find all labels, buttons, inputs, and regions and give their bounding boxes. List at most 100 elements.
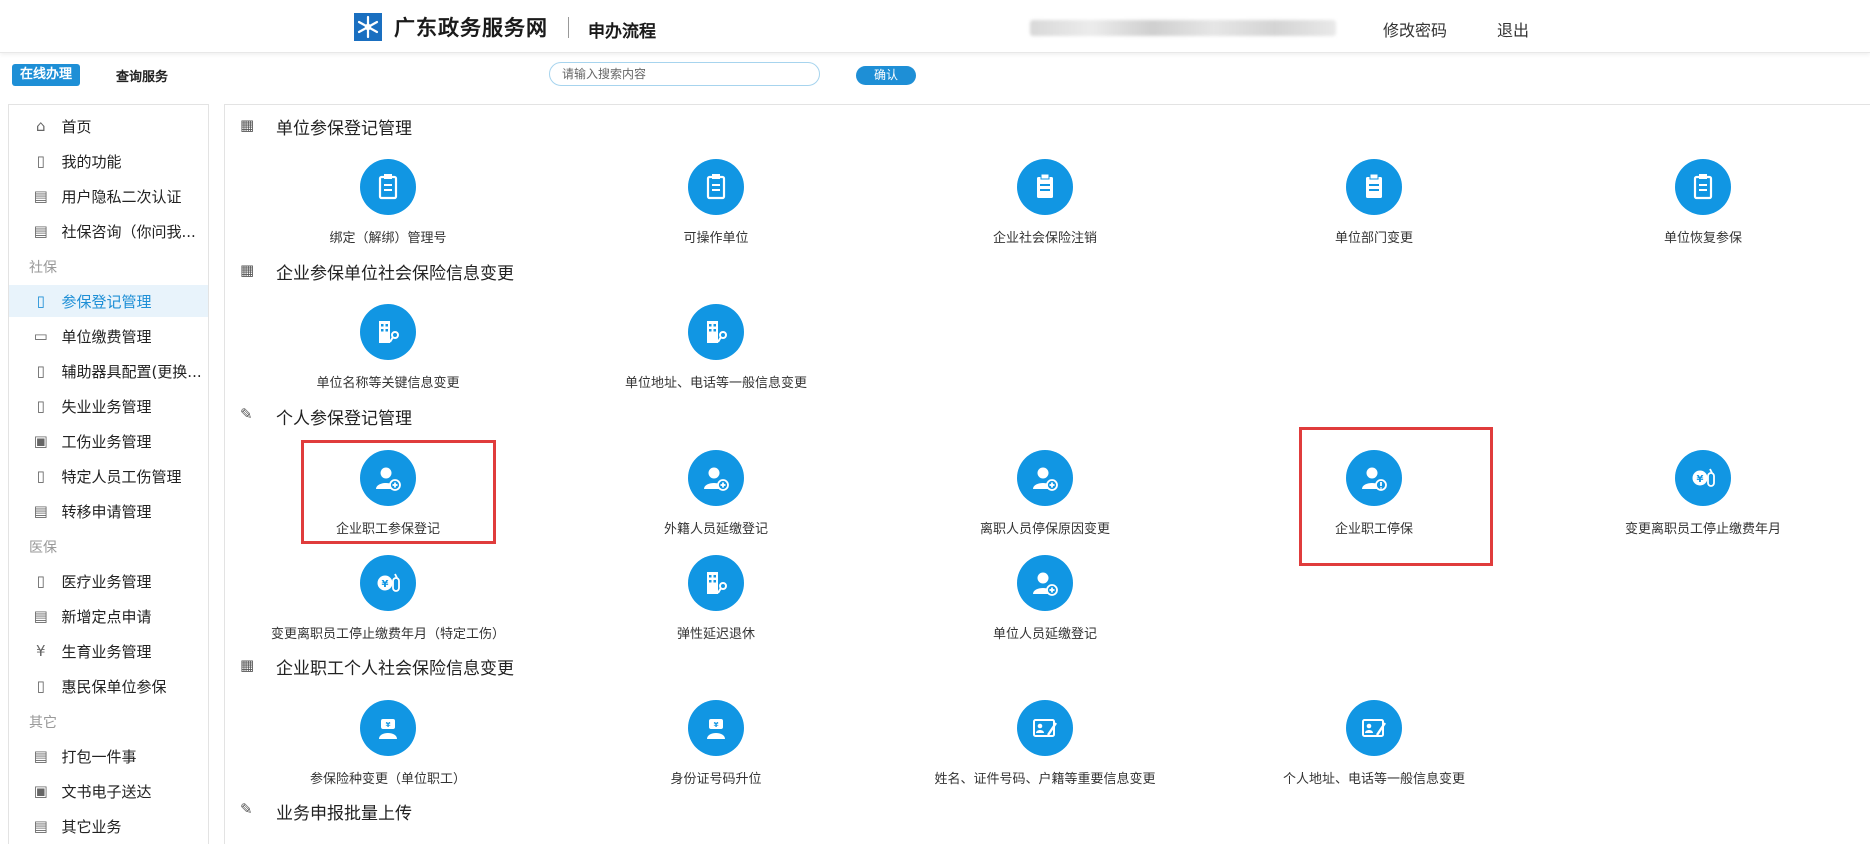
sidebar-item-label: 生育业务管理 — [61, 642, 152, 661]
tab-query-service[interactable]: 查询服务 — [116, 66, 168, 85]
sidebar-item-consult[interactable]: ▤ 社保咨询（你问我... — [9, 215, 208, 247]
tile-foreign-extension[interactable]: 外籍人员延缴登记 — [586, 450, 846, 537]
section-edit-icon: ✎ — [240, 800, 253, 818]
tile-label: 变更离职员工停止缴费年月（特定工伤） — [270, 627, 505, 642]
tile-department-change[interactable]: 单位部门变更 — [1244, 159, 1504, 246]
tile-insurance-type-change[interactable]: ¥ 参保险种变更（单位职工） — [258, 700, 518, 787]
highlight-box-stop-insurance — [1299, 427, 1493, 566]
tile-label: 变更离职员工停止缴费年月 — [1624, 522, 1781, 537]
sidebar-item-label: 转移申请管理 — [61, 502, 152, 521]
top-header: 广东政务服务网 申办流程 修改密码 退出 — [0, 0, 1870, 53]
sidebar-item-huiminbao[interactable]: ▯ 惠民保单位参保 — [9, 670, 208, 702]
building-icon: ▤ — [33, 222, 48, 240]
clipboard-icon: ▯ — [36, 362, 45, 380]
yen-coin-icon: ¥ — [1675, 450, 1731, 506]
page-title: 申办流程 — [588, 22, 656, 42]
sidebar-item-privacy-auth[interactable]: ▤ 用户隐私二次认证 — [9, 180, 208, 212]
tile-operable-units[interactable]: 可操作单位 — [586, 159, 846, 246]
tile-label: 可操作单位 — [683, 231, 749, 246]
tile-label: 个人地址、电话等一般信息变更 — [1282, 772, 1465, 787]
tile-label: 离职人员停保原因变更 — [979, 522, 1110, 537]
tile-id-number-upgrade[interactable]: ¥ 身份证号码升位 — [586, 700, 846, 787]
user-add-icon — [1017, 450, 1073, 506]
tile-label: 单位地址、电话等一般信息变更 — [624, 376, 807, 391]
sidebar-item-label: 医疗业务管理 — [61, 572, 152, 591]
svg-text:¥: ¥ — [714, 721, 719, 729]
highlight-box-enrollment — [301, 440, 496, 544]
tab-online-service[interactable]: 在线办理 — [12, 64, 80, 86]
tile-label: 弹性延迟退休 — [676, 627, 755, 642]
tile-general-info-change[interactable]: 个人地址、电话等一般信息变更 — [1244, 700, 1504, 787]
tile-unit-general-info-change[interactable]: 单位地址、电话等一般信息变更 — [586, 304, 846, 391]
id-card-icon: ▣ — [33, 782, 48, 800]
search-input[interactable] — [549, 62, 820, 86]
sidebar-item-transfer[interactable]: ▤ 转移申请管理 — [9, 495, 208, 527]
form-icon: ▭ — [33, 327, 48, 345]
clipboard-doc-icon — [1675, 159, 1731, 215]
section-title: 企业参保单位社会保险信息变更 — [276, 264, 514, 284]
sidebar-item-unemployment[interactable]: ▯ 失业业务管理 — [9, 390, 208, 422]
sidebar-item-other-business[interactable]: ▤ 其它业务 — [9, 810, 208, 842]
user-add-icon — [1017, 555, 1073, 611]
clipboard-doc-icon — [1346, 159, 1402, 215]
sidebar-item-injury[interactable]: ▣ 工伤业务管理 — [9, 425, 208, 457]
user-add-icon — [688, 450, 744, 506]
section-title: 企业职工个人社会保险信息变更 — [276, 659, 514, 679]
logout-link[interactable]: 退出 — [1497, 17, 1529, 41]
tile-label: 单位部门变更 — [1334, 231, 1413, 246]
section-title: 业务申报批量上传 — [276, 804, 412, 824]
building-icon: ▤ — [33, 502, 48, 520]
building-key-icon — [688, 304, 744, 360]
tile-stop-reason-change[interactable]: 离职人员停保原因变更 — [915, 450, 1175, 537]
sidebar-item-e-delivery[interactable]: ▣ 文书电子送达 — [9, 775, 208, 807]
sidebar-item-label: 打包一件事 — [61, 747, 137, 766]
site-title: 广东政务服务网 — [394, 16, 548, 40]
tile-bind-manage-number[interactable]: 绑定（解绑）管理号 — [258, 159, 518, 246]
sidebar-item-new-point[interactable]: ▤ 新增定点申请 — [9, 600, 208, 632]
tile-cancel-insurance[interactable]: 企业社会保险注销 — [915, 159, 1175, 246]
user-name-blurred — [1030, 20, 1336, 36]
svg-text:¥: ¥ — [1697, 474, 1704, 485]
sidebar-item-label: 新增定点申请 — [61, 607, 152, 626]
sidebar-item-enrollment[interactable]: ▯ 参保登记管理 — [9, 285, 208, 317]
section-edit-icon: ✎ — [240, 405, 253, 423]
sidebar-item-label: 失业业务管理 — [61, 397, 152, 416]
clipboard-icon: ▯ — [36, 572, 45, 590]
tile-resume-insurance[interactable]: 单位恢复参保 — [1573, 159, 1833, 246]
sidebar-item-label: 用户隐私二次认证 — [61, 187, 182, 206]
search-confirm-button[interactable]: 确认 — [856, 66, 916, 85]
sidebar-item-my-functions[interactable]: ▯ 我的功能 — [9, 145, 208, 177]
clipboard-icon: ▯ — [36, 467, 45, 485]
tile-label: 外籍人员延缴登记 — [663, 522, 768, 537]
tile-label: 单位名称等关键信息变更 — [316, 376, 460, 391]
sidebar-item-home[interactable]: ⌂ 首页 — [9, 110, 208, 142]
yen-doc-icon: ¥ — [35, 642, 46, 660]
building-icon: ▤ — [33, 817, 48, 835]
section-grid-icon: ▦ — [240, 656, 255, 674]
sidebar-item-medical[interactable]: ▯ 医疗业务管理 — [9, 565, 208, 597]
tile-important-info-change[interactable]: 姓名、证件号码、户籍等重要信息变更 — [915, 700, 1175, 787]
person-badge-icon: ¥ — [360, 700, 416, 756]
sidebar-item-maternity[interactable]: ¥ 生育业务管理 — [9, 635, 208, 667]
yen-coin-icon: ¥ — [360, 555, 416, 611]
sidebar-item-payment[interactable]: ▭ 单位缴费管理 — [9, 320, 208, 352]
section-grid-icon: ▦ — [240, 116, 255, 134]
sidebar-item-label: 特定人员工伤管理 — [61, 467, 182, 486]
sidebar-item-aids[interactable]: ▯ 辅助器具配置(更换... — [9, 355, 208, 387]
clipboard-icon: ▯ — [36, 397, 45, 415]
sidebar-item-label: 其它业务 — [61, 817, 122, 836]
sidebar-item-package[interactable]: ▤ 打包一件事 — [9, 740, 208, 772]
tile-change-stop-month[interactable]: ¥ 变更离职员工停止缴费年月 — [1573, 450, 1833, 537]
id-card-edit-icon — [1017, 700, 1073, 756]
tile-change-stop-month-injury[interactable]: ¥ 变更离职员工停止缴费年月（特定工伤） — [258, 555, 518, 642]
sidebar-item-special-injury[interactable]: ▯ 特定人员工伤管理 — [9, 460, 208, 492]
change-password-link[interactable]: 修改密码 — [1383, 17, 1447, 41]
tile-unit-person-extension[interactable]: 单位人员延缴登记 — [915, 555, 1175, 642]
tile-unit-key-info-change[interactable]: 单位名称等关键信息变更 — [258, 304, 518, 391]
header-divider — [568, 17, 569, 38]
clipboard-icon: ▯ — [36, 152, 45, 170]
tile-flexible-retirement[interactable]: 弹性延迟退休 — [586, 555, 846, 642]
building-icon: ▤ — [33, 747, 48, 765]
svg-text:¥: ¥ — [382, 579, 389, 590]
tile-label: 单位恢复参保 — [1663, 231, 1742, 246]
